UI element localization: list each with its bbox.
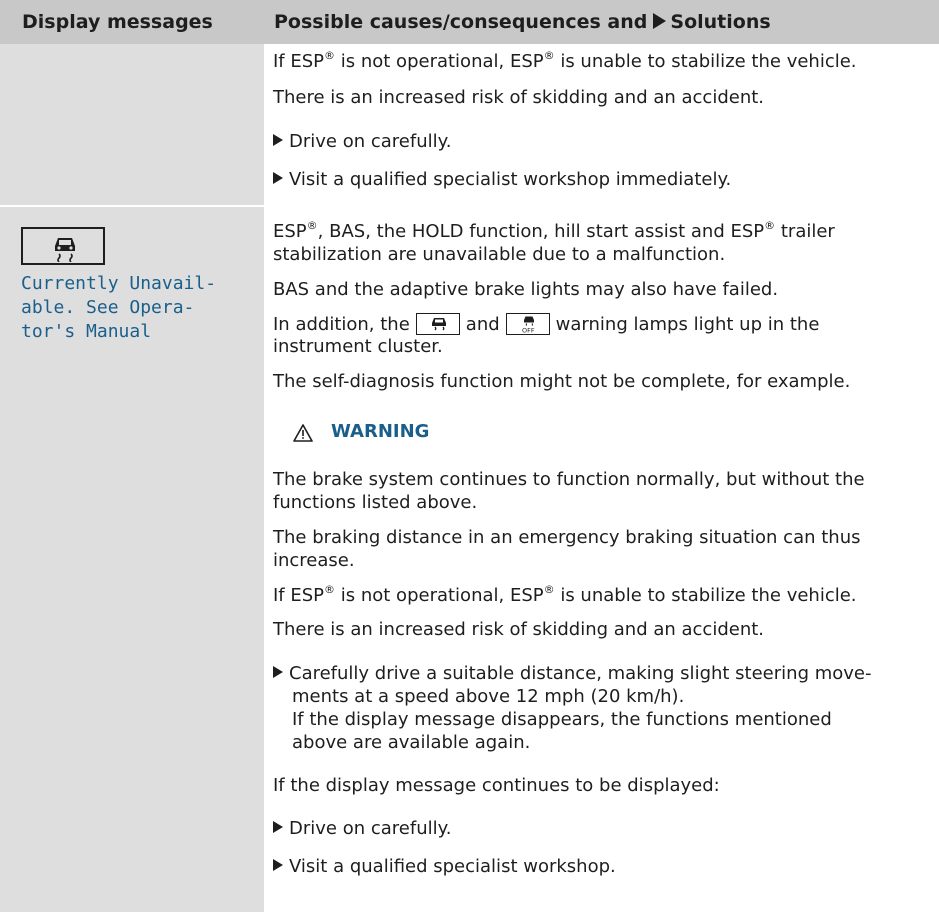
row2-self-diagnosis: The self-diagnosis function might not be…: [273, 371, 851, 392]
row-divider: [0, 205, 939, 207]
warning-label: WARNING: [331, 421, 430, 442]
row1-bullet-workshop: Visit a qualified specialist workshop im…: [273, 169, 731, 191]
header-causes-solutions: Possible causes/consequences and Solution…: [264, 0, 939, 44]
header-display-messages: Display messages: [0, 0, 264, 44]
warning-distance-2: increase.: [273, 550, 355, 571]
row1-esp-sentence: If ESP® is not operational, ESP® is unab…: [273, 49, 857, 72]
arrow-bullet-icon: [273, 172, 283, 184]
bullet-careful-drive: Carefully drive a suitable distance, mak…: [273, 663, 872, 685]
message-line-2: able. See Opera-: [21, 297, 195, 318]
warning-esp-sentence: If ESP® is not operational, ESP® is unab…: [273, 583, 857, 606]
arrow-bullet-icon: [273, 859, 283, 871]
warning-brake-1: The brake system continues to function n…: [273, 469, 865, 490]
svg-text:OFF: OFF: [522, 327, 535, 334]
solutions-arrow-icon: [653, 13, 667, 29]
warning-brake-2: functions listed above.: [273, 492, 478, 513]
warning-skid-risk: There is an increased risk of skidding a…: [273, 619, 765, 640]
display-messages-column: [0, 0, 264, 912]
row1-bullet-drive: Drive on carefully.: [273, 131, 451, 153]
bullet-visit-workshop: Visit a qualified specialist workshop.: [273, 856, 616, 878]
header-solutions-text: Solutions: [670, 11, 771, 33]
bullet-careful-drive-3: If the display message disappears, the f…: [292, 709, 832, 730]
row2-warning-lamps: In addition, the and OFF warning lamps ligh…: [273, 313, 820, 335]
esp-skid-icon: [415, 313, 460, 335]
warning-triangle-icon: [293, 424, 313, 442]
warning-distance-1: The braking distance in an emergency bra…: [273, 527, 861, 548]
message-line-3: tor's Manual: [21, 321, 152, 342]
row2-esp-unavailable-2: stabilization are unavailable due to a m…: [273, 244, 726, 265]
message-line-1: Currently Unavail-: [21, 273, 217, 294]
row2-esp-unavailable-1: ESP®, BAS, the HOLD function, hill start…: [273, 219, 835, 242]
bullet-careful-drive-2: ments at a speed above 12 mph (20 km/h).: [292, 686, 685, 707]
arrow-bullet-icon: [273, 134, 283, 146]
esp-off-icon: OFF: [505, 313, 550, 335]
bullet-careful-drive-4: above are available again.: [292, 732, 531, 753]
row1-skid-risk: There is an increased risk of skidding a…: [273, 87, 765, 108]
row2-bas-failed: BAS and the adaptive brake lights may al…: [273, 279, 779, 300]
arrow-bullet-icon: [273, 666, 283, 678]
manual-page: Display messages Possible causes/consequ…: [0, 0, 939, 912]
row2-instrument-cluster: instrument cluster.: [273, 336, 443, 357]
arrow-bullet-icon: [273, 821, 283, 833]
header-causes-text: Possible causes/consequences and: [274, 11, 648, 33]
row2-if-continues: If the display message continues to be d…: [273, 775, 720, 796]
bullet-drive-on: Drive on carefully.: [273, 818, 451, 840]
esp-skid-icon: [21, 227, 105, 265]
